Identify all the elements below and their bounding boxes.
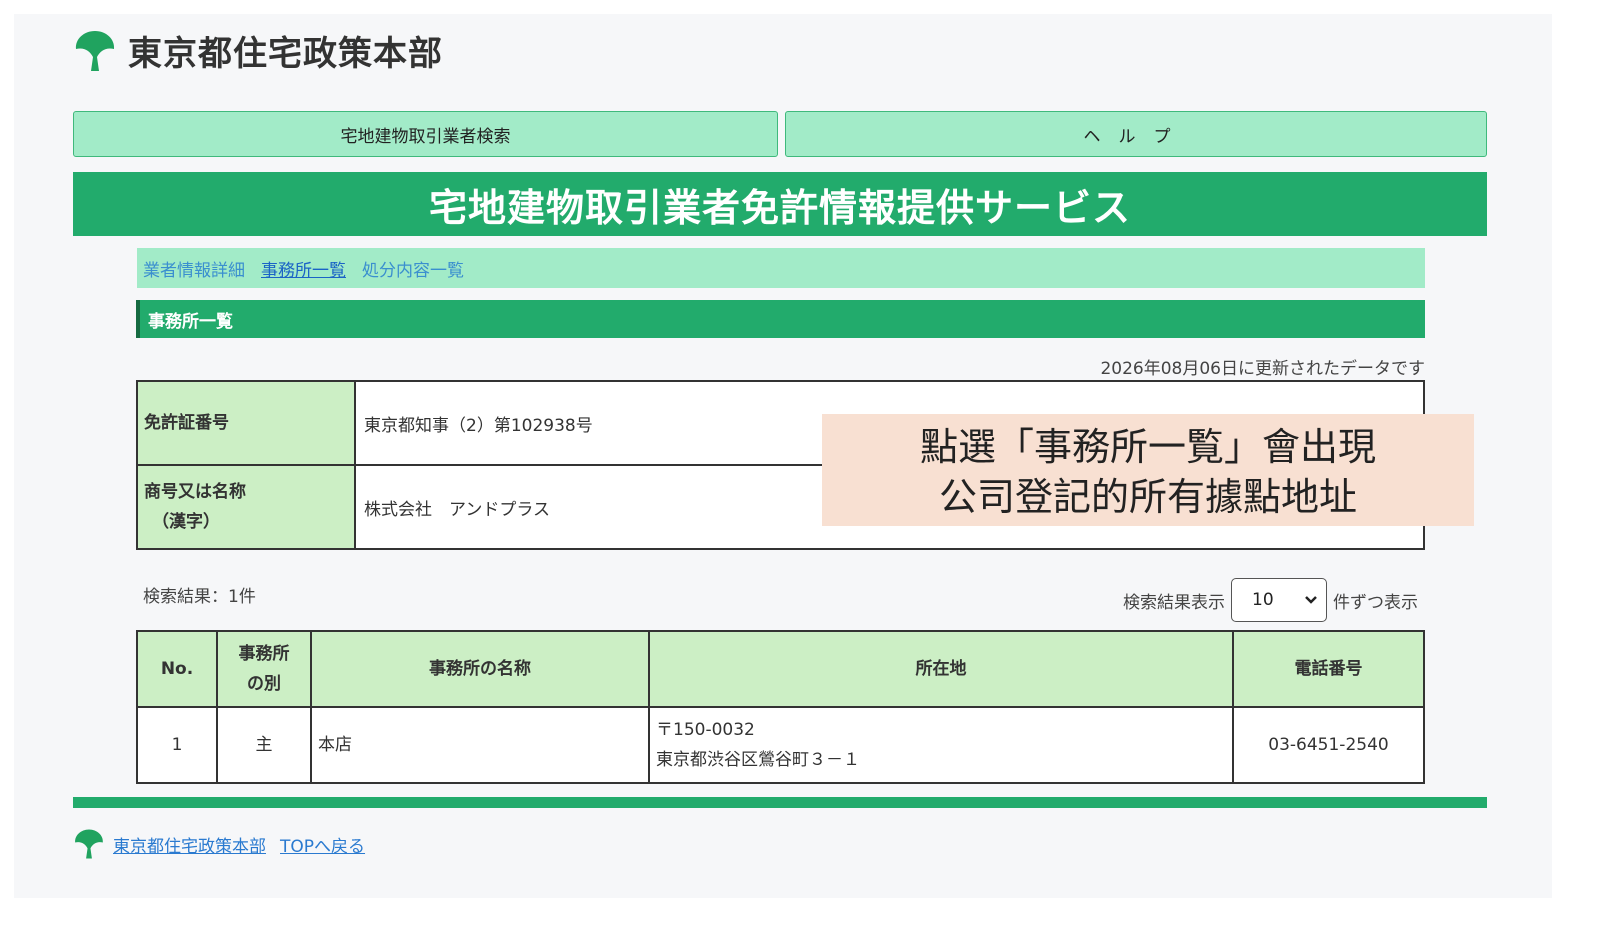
per-page-label: 検索結果表示 (1123, 592, 1225, 613)
section-title: 事務所一覧 (136, 300, 1425, 338)
chevron-down-icon (1305, 596, 1317, 604)
company-name-label: 商号又は名称 （漢字） (136, 464, 356, 550)
tab-disciplinary-list[interactable]: 処分内容一覧 (362, 256, 464, 281)
company-name-label-line2: （漢字） (152, 512, 220, 532)
col-header-no: No. (136, 630, 218, 708)
per-page-select[interactable]: 10 (1231, 578, 1327, 622)
footer: 東京都住宅政策本部 TOPへ戻る (73, 828, 371, 860)
callout-line2: 公司登記的所有據點地址 (938, 475, 1357, 519)
result-count: 検索結果：1件 (143, 587, 256, 607)
license-number-label: 免許証番号 (136, 380, 356, 466)
col-header-office-name: 事務所の名称 (310, 630, 650, 708)
cell-address: 〒150-0032 東京都渋谷区鶯谷町３－１ (648, 706, 1234, 784)
ginkgo-leaf-icon (75, 30, 115, 71)
tab-company-details[interactable]: 業者情報詳細 (143, 256, 245, 281)
per-page-control: 検索結果表示 10 件ずつ表示 (1123, 578, 1418, 622)
tab-bar: 業者情報詳細 事務所一覧 処分内容一覧 (137, 248, 1425, 288)
table-header-row: No. 事務所 の別 事務所の名称 所在地 電話番号 (136, 630, 1425, 708)
updated-date-text: 2026年08月06日に更新されたデータです (1100, 359, 1425, 379)
cell-phone: 03-6451-2540 (1232, 706, 1425, 784)
annotation-callout: 點選「事務所一覧」會出現 公司登記的所有據點地址 (822, 414, 1474, 526)
cell-postal-code: 〒150-0032 (656, 720, 755, 740)
per-page-suffix: 件ずつ表示 (1333, 592, 1418, 613)
company-name-label-line1: 商号又は名称 (144, 482, 246, 502)
cell-office-name: 本店 (310, 706, 650, 784)
cell-office-type: 主 (216, 706, 312, 784)
per-page-value: 10 (1252, 590, 1274, 610)
service-banner: 宅地建物取引業者免許情報提供サービス (73, 172, 1487, 236)
footer-top-link[interactable]: TOPへ戻る (280, 832, 365, 857)
nav-search-button[interactable]: 宅地建物取引業者検索 (73, 111, 778, 157)
cell-street-address: 東京都渋谷区鶯谷町３－１ (656, 750, 860, 770)
tab-office-list[interactable]: 事務所一覧 (261, 256, 346, 281)
callout-line1: 點選「事務所一覧」會出現 (919, 425, 1376, 469)
footer-divider (73, 797, 1487, 808)
site-header: 東京都住宅政策本部 (74, 26, 443, 75)
col-header-office-type-line2: の別 (247, 674, 281, 694)
col-header-phone: 電話番号 (1232, 630, 1425, 708)
ginkgo-leaf-icon (75, 829, 103, 859)
office-list-table: No. 事務所 の別 事務所の名称 所在地 電話番号 1 主 本店 〒150-0… (136, 630, 1425, 784)
cell-no: 1 (136, 706, 218, 784)
org-name: 東京都住宅政策本部 (128, 34, 443, 74)
nav-help-button[interactable]: ヘルプ (785, 111, 1487, 157)
col-header-address: 所在地 (648, 630, 1234, 708)
col-header-office-type: 事務所 の別 (216, 630, 312, 708)
footer-org-link[interactable]: 東京都住宅政策本部 (113, 832, 266, 857)
col-header-office-type-line1: 事務所 (238, 644, 290, 664)
table-row: 1 主 本店 〒150-0032 東京都渋谷区鶯谷町３－１ 03-6451-25… (136, 706, 1425, 784)
